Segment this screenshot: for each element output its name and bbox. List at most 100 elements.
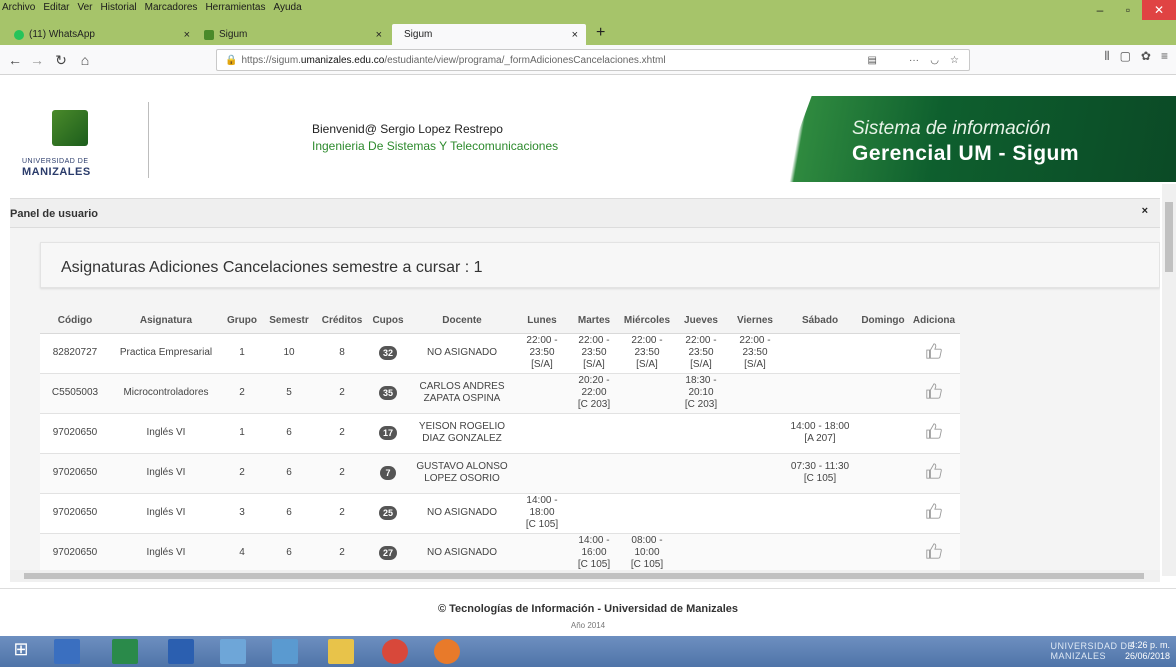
app-icon[interactable] bbox=[272, 639, 298, 664]
cell-semestre: 6 bbox=[262, 533, 316, 570]
pocket-icon[interactable]: ◡ bbox=[930, 55, 939, 66]
cell-text: 10 bbox=[283, 347, 295, 358]
cell-creditos: 8 bbox=[316, 333, 368, 374]
cell-text: Microcontroladores bbox=[123, 387, 209, 398]
cell-sabado bbox=[782, 493, 858, 534]
word-icon[interactable] bbox=[168, 639, 194, 664]
extension-icon[interactable]: ✿ bbox=[1141, 49, 1151, 64]
system-clock[interactable]: 4:26 p. m. 26/06/2018 bbox=[1125, 640, 1170, 662]
windows-taskbar: ⊞ UNIVERSIDAD DE MANIZALES 4:26 p. m. 26… bbox=[0, 636, 1176, 667]
back-icon[interactable]: ← bbox=[6, 51, 24, 69]
menu-herramientas[interactable]: Herramientas bbox=[205, 2, 265, 13]
vertical-scroll-thumb[interactable] bbox=[1165, 202, 1173, 272]
cell-text: 4 bbox=[239, 547, 245, 558]
thumbs-up-icon[interactable] bbox=[925, 462, 943, 480]
maximize-icon[interactable]: ▫ bbox=[1114, 0, 1142, 20]
horizontal-scroll-thumb[interactable] bbox=[24, 573, 1144, 579]
cell-text: 1 bbox=[239, 427, 245, 438]
cell-adiciona bbox=[908, 533, 960, 570]
cell-text: [A 207] bbox=[804, 433, 836, 444]
menu-ver[interactable]: Ver bbox=[77, 2, 92, 13]
logo-mark bbox=[52, 110, 88, 146]
tab-label: (11) WhatsApp bbox=[29, 29, 95, 40]
menu-historial[interactable]: Historial bbox=[101, 2, 137, 13]
thumbs-up-icon[interactable] bbox=[925, 542, 943, 560]
cell-text: 22:00 - 23:50 bbox=[631, 335, 663, 358]
close-panel-icon[interactable]: × bbox=[1142, 205, 1148, 217]
url-bar[interactable]: 🔒 https://sigum. umanizales.edu.co/estudi… bbox=[216, 49, 970, 71]
cell-text: 2 bbox=[239, 467, 245, 478]
cell-text: Inglés VI bbox=[146, 507, 186, 518]
close-tab-icon[interactable]: × bbox=[376, 29, 382, 41]
cell-asignatura: Inglés VI bbox=[110, 413, 222, 454]
cell-text: [C 203] bbox=[577, 399, 611, 410]
close-tab-icon[interactable]: × bbox=[184, 29, 190, 41]
windows-start-icon[interactable]: ⊞ bbox=[8, 639, 34, 664]
sigum-icon bbox=[204, 29, 214, 40]
excel-icon[interactable] bbox=[112, 639, 138, 664]
vertical-scrollbar[interactable] bbox=[1162, 184, 1176, 576]
sidebar-icon[interactable]: ▢ bbox=[1120, 49, 1131, 64]
chrome-icon[interactable] bbox=[382, 639, 408, 664]
table-header-row: Código Asignatura Grupo Semestr Créditos Cupo… bbox=[40, 308, 960, 334]
browser-titlebar: Archivo Editar Ver Historial Marcadores … bbox=[0, 0, 1176, 22]
horizontal-scrollbar[interactable] bbox=[10, 570, 1160, 582]
close-tab-icon[interactable]: × bbox=[572, 29, 578, 41]
table-row: 82820727 Practica Empresarial 1 10 8 32 NO ASI… bbox=[40, 333, 960, 374]
menu-hamburger-icon[interactable]: ≡ bbox=[1161, 49, 1168, 64]
cell-text: [S/A] bbox=[636, 359, 658, 370]
bookmark-star-icon[interactable]: ☆ bbox=[950, 55, 959, 66]
cupos-badge: 27 bbox=[378, 546, 397, 560]
library-icon[interactable]: ⫴ bbox=[1105, 49, 1110, 64]
university-logo[interactable]: UNIVERSIDAD DE MANIZALES bbox=[22, 110, 132, 180]
menu-archivo[interactable]: Archivo bbox=[2, 2, 35, 13]
cell-martes: 14:00 - 16:00 [C 105] bbox=[568, 533, 620, 570]
reader-view-icon[interactable]: ▤ bbox=[868, 55, 877, 66]
thumbs-up-icon[interactable] bbox=[925, 422, 943, 440]
new-tab-icon[interactable]: + bbox=[596, 24, 605, 42]
tab-whatsapp[interactable]: (11) WhatsApp × bbox=[8, 24, 198, 45]
cell-text: 22:00 - 23:50 bbox=[685, 335, 717, 358]
url-host: umanizales.edu.co bbox=[300, 54, 385, 66]
file-icon[interactable] bbox=[54, 639, 80, 664]
column-header: Viernes bbox=[728, 308, 782, 334]
cell-lunes bbox=[516, 373, 568, 414]
firefox-icon[interactable] bbox=[434, 639, 460, 664]
home-icon[interactable]: ⌂ bbox=[76, 51, 94, 69]
thumbs-up-icon[interactable] bbox=[925, 342, 943, 360]
cell-jueves: 22:00 - 23:50 [S/A] bbox=[674, 333, 728, 374]
tab-sigum-active[interactable]: Sigum × bbox=[392, 24, 586, 45]
cell-grupo: 1 bbox=[222, 333, 262, 374]
cell-creditos: 2 bbox=[316, 533, 368, 570]
cell-text: 82820727 bbox=[52, 347, 98, 358]
cell-lunes: 22:00 - 23:50 [S/A] bbox=[516, 333, 568, 374]
cell-cupos: 35 bbox=[368, 373, 408, 414]
section-card: Asignaturas Adiciones Cancelaciones seme… bbox=[40, 242, 1160, 288]
cell-semestre: 10 bbox=[262, 333, 316, 374]
cell-text: [S/A] bbox=[744, 359, 766, 370]
tab-sigum[interactable]: Sigum × bbox=[198, 24, 390, 45]
cell-text: LOPEZ OSORIO bbox=[424, 473, 500, 484]
cell-text: 22:00 - 23:50 bbox=[739, 335, 771, 358]
folder-icon[interactable] bbox=[328, 639, 354, 664]
app-icon[interactable] bbox=[220, 639, 246, 664]
minimize-icon[interactable]: – bbox=[1086, 0, 1114, 20]
cell-jueves bbox=[674, 493, 728, 534]
page-actions-icon[interactable]: ··· bbox=[909, 55, 919, 66]
cell-text: 08:00 - 10:00 bbox=[631, 535, 663, 558]
cell-codigo: 97020650 bbox=[40, 453, 110, 494]
cell-text: 6 bbox=[286, 547, 292, 558]
cell-cupos: 25 bbox=[368, 493, 408, 534]
forward-icon[interactable]: → bbox=[28, 51, 46, 69]
menu-ayuda[interactable]: Ayuda bbox=[273, 2, 301, 13]
thumbs-up-icon[interactable] bbox=[925, 502, 943, 520]
tab-strip: (11) WhatsApp × Sigum × Sigum × bbox=[0, 22, 1176, 45]
menu-editar[interactable]: Editar bbox=[43, 2, 69, 13]
cell-text: NO ASIGNADO bbox=[426, 507, 497, 518]
cell-viernes bbox=[728, 493, 782, 534]
reload-icon[interactable]: ↻ bbox=[52, 51, 70, 69]
thumbs-up-icon[interactable] bbox=[925, 382, 943, 400]
close-window-icon[interactable]: ✕ bbox=[1142, 0, 1176, 20]
menu-marcadores[interactable]: Marcadores bbox=[145, 2, 198, 13]
cell-viernes bbox=[728, 373, 782, 414]
